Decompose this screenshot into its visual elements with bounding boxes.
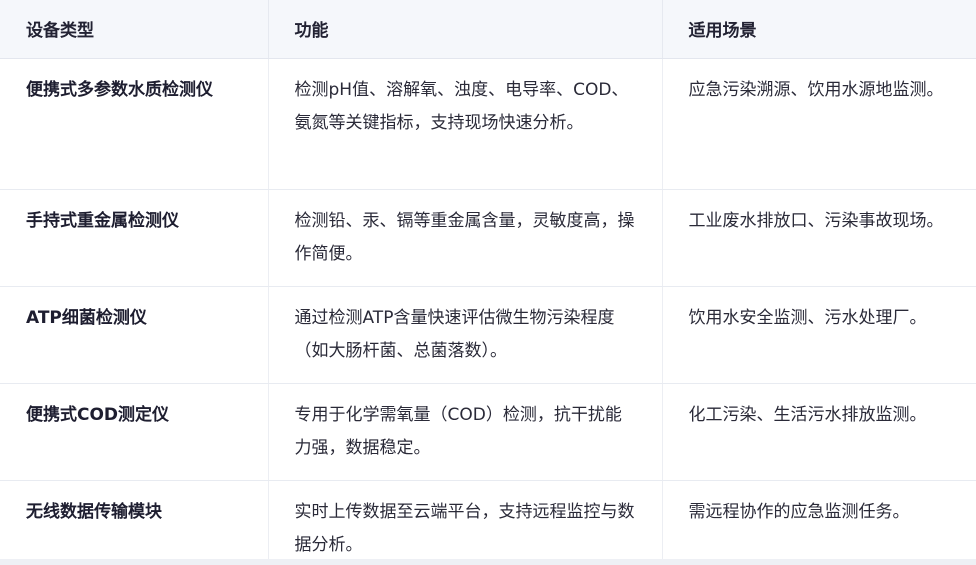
cell-scenario: 饮用水安全监测、污水处理厂。 — [662, 286, 976, 384]
equipment-table: 设备类型 功能 适用场景 便携式多参数水质检测仪 检测pH值、溶解氧、浊度、电导… — [0, 0, 976, 565]
cell-function: 专用于化学需氧量（COD）检测，抗干扰能力强，数据稳定。 — [268, 383, 663, 481]
table-header: 设备类型 功能 适用场景 — [0, 0, 976, 59]
table-row: 手持式重金属检测仪 检测铅、汞、镉等重金属含量，灵敏度高，操作简便。 工业废水排… — [0, 189, 976, 287]
cell-scenario: 工业废水排放口、污染事故现场。 — [662, 189, 976, 287]
table-body: 便携式多参数水质检测仪 检测pH值、溶解氧、浊度、电导率、COD、氨氮等关键指标… — [0, 58, 976, 565]
cell-scenario: 应急污染溯源、饮用水源地监测。 — [662, 58, 976, 190]
cell-device: 便携式多参数水质检测仪 — [0, 58, 269, 190]
table-row: 便携式COD测定仪 专用于化学需氧量（COD）检测，抗干扰能力强，数据稳定。 化… — [0, 383, 976, 481]
cell-device: ATP细菌检测仪 — [0, 286, 269, 384]
header-row: 设备类型 功能 适用场景 — [0, 0, 976, 59]
horizontal-scroll-track[interactable] — [0, 559, 976, 565]
table-row: ATP细菌检测仪 通过检测ATP含量快速评估微生物污染程度（如大肠杆菌、总菌落数… — [0, 286, 976, 384]
cell-device: 便携式COD测定仪 — [0, 383, 269, 481]
cell-function: 通过检测ATP含量快速评估微生物污染程度（如大肠杆菌、总菌落数）。 — [268, 286, 663, 384]
header-scenario: 适用场景 — [662, 0, 976, 59]
equipment-table-container: 设备类型 功能 适用场景 便携式多参数水质检测仪 检测pH值、溶解氧、浊度、电导… — [0, 0, 976, 565]
cell-scenario: 需远程协作的应急监测任务。 — [662, 480, 976, 565]
header-function: 功能 — [268, 0, 663, 59]
table-row: 无线数据传输模块 实时上传数据至云端平台，支持远程监控与数据分析。 需远程协作的… — [0, 480, 976, 565]
cell-function: 检测铅、汞、镉等重金属含量，灵敏度高，操作简便。 — [268, 189, 663, 287]
table-row: 便携式多参数水质检测仪 检测pH值、溶解氧、浊度、电导率、COD、氨氮等关键指标… — [0, 58, 976, 190]
header-device-type: 设备类型 — [0, 0, 269, 59]
cell-function: 检测pH值、溶解氧、浊度、电导率、COD、氨氮等关键指标，支持现场快速分析。 — [268, 58, 663, 190]
cell-function: 实时上传数据至云端平台，支持远程监控与数据分析。 — [268, 480, 663, 565]
cell-scenario: 化工污染、生活污水排放监测。 — [662, 383, 976, 481]
cell-device: 手持式重金属检测仪 — [0, 189, 269, 287]
cell-device: 无线数据传输模块 — [0, 480, 269, 565]
